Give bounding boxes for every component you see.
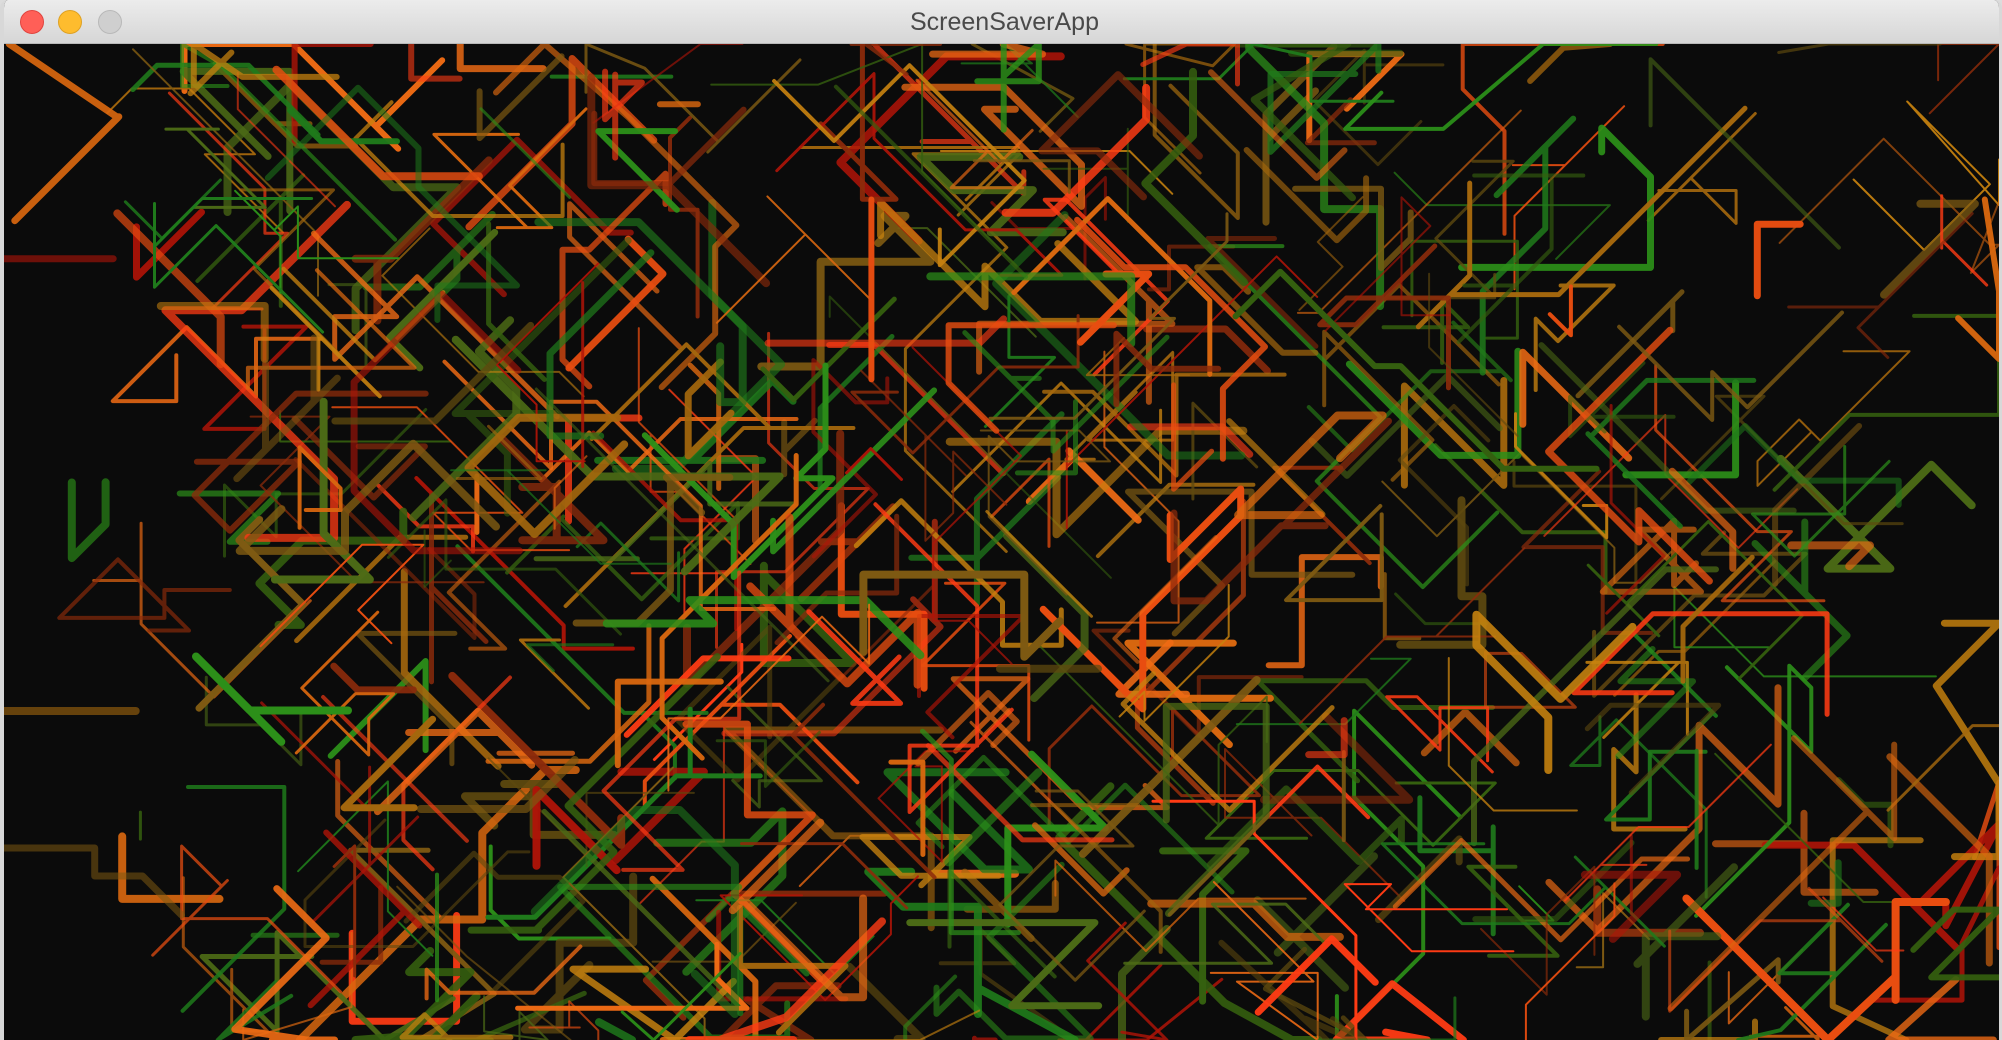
saver-line bbox=[1885, 976, 1997, 1040]
saver-line bbox=[1134, 498, 1246, 806]
saver-line bbox=[408, 44, 463, 82]
window-title: ScreenSaverApp bbox=[909, 8, 1099, 36]
saver-line bbox=[668, 115, 700, 319]
saver-line bbox=[1880, 199, 1979, 299]
saver-line bbox=[1753, 220, 1804, 300]
saver-line bbox=[269, 286, 382, 399]
app-window: ScreenSaverApp bbox=[0, 0, 2002, 1040]
saver-line bbox=[595, 1018, 637, 1040]
saver-line bbox=[1456, 173, 1586, 344]
title-bar[interactable]: ScreenSaverApp bbox=[4, 0, 1999, 44]
saver-line bbox=[1415, 105, 1748, 330]
saver-line bbox=[1480, 865, 1596, 996]
saver-line bbox=[362, 210, 496, 343]
saver-line bbox=[1777, 44, 1942, 54]
saver-line bbox=[1928, 44, 1999, 115]
saver-line bbox=[1646, 112, 1757, 225]
saver-line bbox=[1382, 572, 1422, 641]
saver-line bbox=[1527, 44, 1613, 84]
saver-line bbox=[938, 927, 1077, 1040]
saver-line bbox=[944, 768, 1043, 867]
saver-line bbox=[1458, 124, 1654, 271]
saver-line bbox=[4, 844, 185, 919]
saver-line bbox=[1397, 404, 1491, 587]
screensaver-canvas bbox=[4, 44, 1999, 1040]
saver-line bbox=[1479, 115, 1577, 376]
saver-line bbox=[5, 44, 123, 225]
saver-line bbox=[1714, 752, 1905, 903]
saver-line bbox=[1284, 504, 1384, 603]
line-group bbox=[4, 44, 1999, 1040]
saver-line bbox=[57, 557, 232, 633]
saver-line bbox=[67, 478, 110, 563]
saver-line bbox=[479, 107, 572, 199]
saver-line bbox=[1852, 100, 1999, 251]
saver-line bbox=[1932, 619, 1999, 861]
line-pattern bbox=[4, 44, 1999, 1040]
saver-line bbox=[1617, 310, 1844, 422]
saver-line bbox=[1648, 57, 1841, 250]
